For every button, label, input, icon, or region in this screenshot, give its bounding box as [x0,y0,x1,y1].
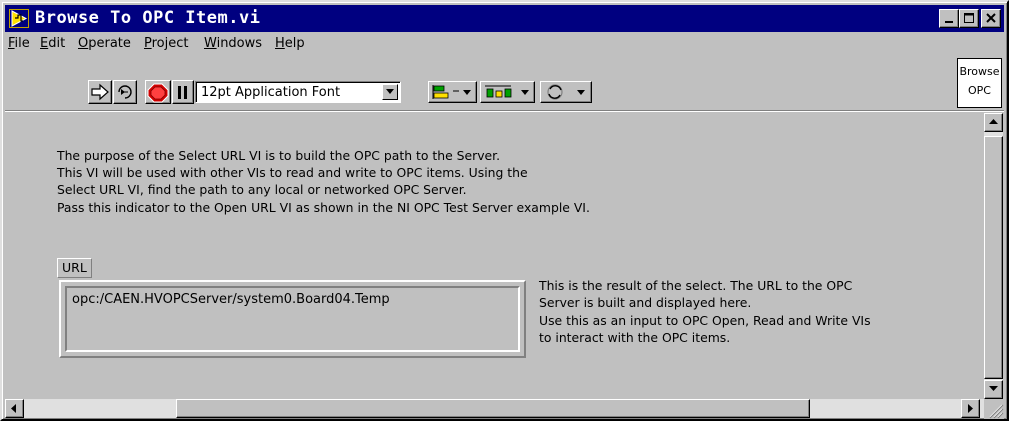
menu-file[interactable]: File [8,35,30,52]
maximize-icon [964,13,974,23]
description-line: This VI will be used with other VIs to r… [57,165,528,181]
scroll-left-button[interactable] [5,399,24,418]
minimize-button[interactable] [939,9,959,28]
url-string-indicator[interactable]: opc:/CAEN.HVOPCServer/system0.Board04.Te… [59,280,526,358]
horizontal-scroll-thumb[interactable] [176,399,810,418]
window-title: Browse To OPC Item.vi [35,8,261,28]
run-button[interactable] [88,80,112,104]
vi-window: Browse To OPC Item.vi File Edit Operate … [0,0,1009,421]
align-objects-icon [432,85,471,99]
note-line: This is the result of the select. The UR… [539,278,853,293]
opc-label: OPC [968,84,991,97]
reorder-button[interactable] [540,81,592,103]
menu-project[interactable]: Project [144,35,189,52]
arrow-up-icon [989,119,998,124]
browse-label: Browse [959,65,1000,78]
close-icon [986,13,996,23]
arrow-down-icon [989,386,998,391]
chevron-down-icon[interactable] [382,84,398,100]
front-panel[interactable]: The purpose of the Select URL VI is to b… [7,113,984,399]
menu-edit[interactable]: Edit [40,35,65,52]
description-line: Pass this indicator to the Open URL VI a… [57,199,590,215]
abort-button[interactable] [145,80,171,104]
stop-sign-icon [147,83,169,103]
vertical-scroll-thumb[interactable] [984,136,1003,379]
vertical-scrollbar[interactable] [984,113,1003,399]
description-line: The purpose of the Select URL VI is to b… [57,148,501,163]
description-line: Select URL VI, find the path to any loca… [57,182,467,198]
pause-icon [178,86,187,99]
url-note-text: This is the result of the select. The UR… [539,277,871,346]
reorder-icon [547,84,585,100]
note-line: Server is built and displayed here. [539,295,752,311]
maximize-button[interactable] [959,9,979,28]
note-line: to interact with the OPC items. [539,329,731,345]
browse-opc-vi-icon[interactable]: Browse OPC [957,58,1002,108]
font-select-value: 12pt Application Font [201,85,341,100]
scroll-down-button[interactable] [984,380,1003,399]
toolbar-divider [5,110,1004,112]
title-bar[interactable]: Browse To OPC Item.vi [5,5,1004,32]
arrow-left-icon [11,404,16,413]
align-objects-button[interactable] [428,81,477,103]
url-indicator-label: URL [57,258,92,278]
text-settings-dropdown[interactable]: 12pt Application Font [195,81,401,103]
pause-button[interactable] [172,80,194,104]
url-value: opc:/CAEN.HVOPCServer/system0.Board04.Te… [72,292,390,307]
minimize-icon [945,21,953,23]
arrow-right-icon [968,404,973,413]
description-text: The purpose of the Select URL VI is to b… [57,147,590,216]
menu-operate[interactable]: Operate [78,35,131,52]
scroll-up-button[interactable] [984,113,1003,132]
run-continuously-icon [118,85,132,99]
menu-windows[interactable]: Windows [204,35,262,52]
horizontal-scrollbar[interactable] [5,399,984,418]
distribute-objects-icon [485,85,529,98]
resize-grip-icon[interactable] [984,399,1004,419]
url-display: opc:/CAEN.HVOPCServer/system0.Board04.Te… [65,286,520,352]
run-continuously-button[interactable] [113,80,137,104]
labview-vi-icon [9,9,29,28]
menu-help[interactable]: Help [275,35,305,52]
run-arrow-icon [91,83,109,101]
note-line: Use this as an input to OPC Open, Read a… [539,312,871,328]
distribute-objects-button[interactable] [480,81,535,103]
scroll-right-button[interactable] [961,399,980,418]
close-button[interactable] [981,9,1001,28]
